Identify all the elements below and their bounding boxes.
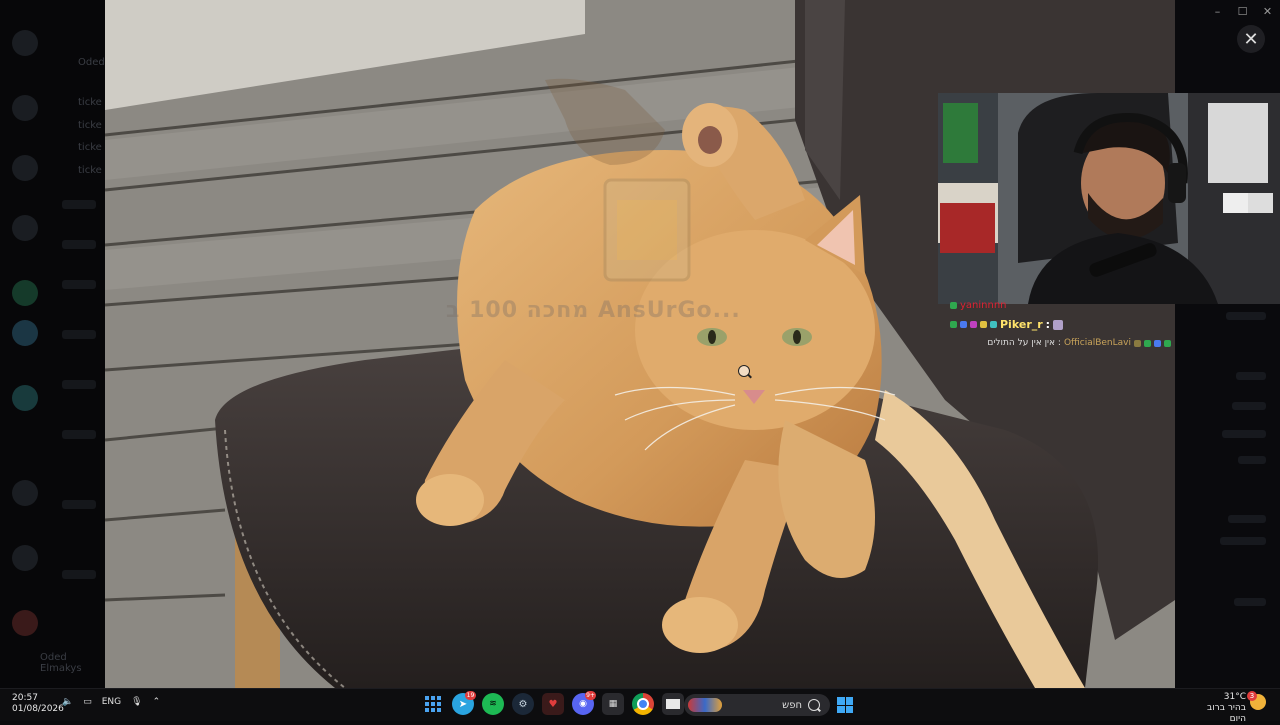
search-input[interactable]: חפש xyxy=(722,700,808,711)
chat-message: yaninnnn xyxy=(950,300,1175,310)
taskbar: 20:57 01/08/2026 🔈 ▭ ENG 🎙 ⌃ ➤ 19 ≋ ⚙ ♥ … xyxy=(0,688,1280,724)
server-icon xyxy=(12,480,38,506)
channel-label: ticke xyxy=(78,97,102,108)
discord-icon[interactable]: ◉ 9+ xyxy=(572,691,596,715)
server-icon xyxy=(12,385,38,411)
channel-label: ticke xyxy=(78,165,102,176)
webcam-overlay xyxy=(938,93,1280,304)
badge-icon xyxy=(960,321,967,328)
badge-icon xyxy=(1154,339,1161,347)
member-row xyxy=(1236,372,1266,380)
chat-username: yaninnnn xyxy=(960,300,1007,310)
user-label: Oded Elmakys xyxy=(40,652,82,674)
chat-message: Piker_r : xyxy=(950,318,1175,331)
taskbar-clock[interactable]: 20:57 01/08/2026 xyxy=(12,693,64,715)
chat-text: : xyxy=(1045,318,1051,331)
system-tray: 🔈 ▭ ENG 🎙 ⌃ xyxy=(62,697,160,707)
badge-icon xyxy=(980,321,987,328)
badge-icon xyxy=(1164,339,1171,347)
weather-moon-icon[interactable]: 3 xyxy=(1247,691,1266,710)
weather-desc: בהיר ברוב היום xyxy=(1207,703,1246,724)
channel-label: Oded xyxy=(78,57,105,68)
server-icon xyxy=(12,280,38,306)
channel-row xyxy=(62,280,96,289)
member-row xyxy=(1222,430,1266,438)
server-icon xyxy=(12,95,38,121)
chat-text: אין אין על התולים : xyxy=(987,338,1061,348)
app-red-icon[interactable]: ♥ xyxy=(542,693,564,715)
spotify-icon[interactable]: ≋ xyxy=(482,693,504,715)
steam-icon[interactable]: ⚙ xyxy=(512,693,534,715)
server-icon xyxy=(12,320,38,346)
telegram-icon[interactable]: ➤ 19 xyxy=(452,691,476,715)
channel-row xyxy=(62,200,96,209)
server-icon xyxy=(12,155,38,181)
file-explorer-icon[interactable] xyxy=(662,693,684,715)
badge-icon xyxy=(950,321,957,328)
notification-badge: 19 xyxy=(465,691,476,700)
chat-message: אין אין על התולים : OfficialBenLavi xyxy=(950,338,1175,348)
streamer-webcam-image xyxy=(938,93,1280,304)
notification-badge: 9+ xyxy=(585,691,596,700)
maximize-button[interactable]: ☐ xyxy=(1230,3,1255,19)
clock-time: 20:57 xyxy=(12,693,38,703)
zoom-cursor-icon xyxy=(738,365,750,377)
windows-logo-icon[interactable] xyxy=(837,697,853,713)
weather-widget[interactable]: 31°C בהיר ברוב היום xyxy=(1190,692,1246,725)
language-indicator[interactable]: ENG xyxy=(102,697,121,707)
weather-temp: 31°C xyxy=(1223,692,1246,702)
badge-icon xyxy=(1134,339,1141,347)
minimize-button[interactable]: – xyxy=(1205,3,1230,19)
search-highlight-icon xyxy=(688,698,722,712)
window-controls: – ☐ ✕ xyxy=(1205,3,1280,19)
channel-row xyxy=(62,430,96,439)
taskbar-search[interactable]: חפש xyxy=(684,694,830,716)
channel-row xyxy=(62,570,96,579)
channel-row xyxy=(62,500,96,509)
channel-label: ticke xyxy=(78,120,102,131)
chrome-icon[interactable] xyxy=(632,693,654,715)
channel-row xyxy=(62,380,96,389)
chevron-up-icon[interactable]: ⌃ xyxy=(153,697,161,707)
notification-count: 3 xyxy=(1247,691,1257,701)
member-row xyxy=(1234,598,1266,606)
start-grid-icon xyxy=(425,696,441,712)
server-icon xyxy=(12,30,38,56)
badge-icon xyxy=(950,301,957,309)
chat-overlay: yaninnnn Piker_r : אין אין על התולים : O… xyxy=(950,300,1175,348)
chat-username: Piker_r xyxy=(1000,318,1043,331)
member-row xyxy=(1220,537,1266,545)
network-icon[interactable]: ▭ xyxy=(83,697,92,707)
overlay-watermark: מחכה 100 ב AnsUrGo... xyxy=(446,298,741,323)
taskbar-apps: ➤ 19 ≋ ⚙ ♥ ◉ 9+ ▦ xyxy=(422,691,684,715)
channel-label: ticke xyxy=(78,142,102,153)
start-button[interactable] xyxy=(422,693,444,715)
channel-row xyxy=(62,240,96,249)
badge-icon xyxy=(970,321,977,328)
server-icon xyxy=(12,610,38,636)
channel-row xyxy=(62,330,96,339)
emote-icon xyxy=(1053,319,1064,330)
badge-icon xyxy=(990,321,997,328)
chat-username: OfficialBenLavi xyxy=(1063,338,1131,348)
close-icon[interactable]: ✕ xyxy=(1237,25,1265,53)
app-dark-icon[interactable]: ▦ xyxy=(602,693,624,715)
microphone-icon[interactable]: 🎙 xyxy=(131,697,142,707)
clock-date: 01/08/2026 xyxy=(12,704,64,714)
window-close-button[interactable]: ✕ xyxy=(1255,3,1280,19)
server-icon xyxy=(12,215,38,241)
server-icon xyxy=(12,545,38,571)
badge-icon xyxy=(1144,339,1151,347)
member-row xyxy=(1238,456,1266,464)
volume-icon[interactable]: 🔈 xyxy=(62,697,73,707)
background-app-sidebar: Oded ticke ticke ticke ticke Oded Elmaky… xyxy=(0,0,105,688)
member-row xyxy=(1226,312,1266,320)
member-row xyxy=(1232,402,1266,410)
member-row xyxy=(1228,515,1266,523)
search-icon xyxy=(808,699,820,711)
